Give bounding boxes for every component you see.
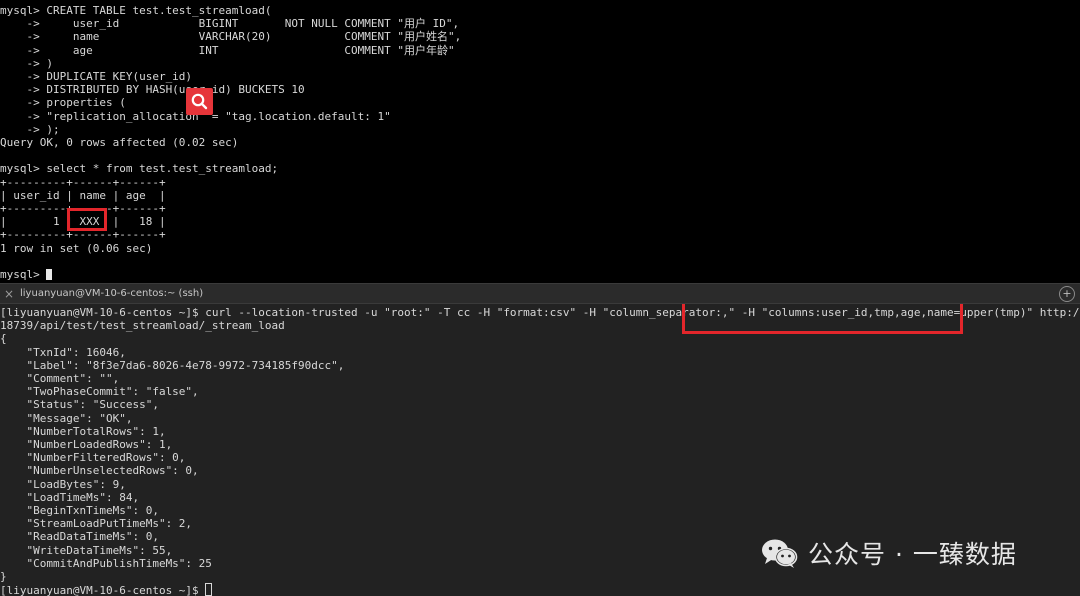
mysql-output-line: -> ): [26, 56, 53, 70]
ssh-output-line: "Label": "8f3e7da6-8026-4e78-9972-734185…: [26, 358, 345, 372]
mysql-output-line: -> name VARCHAR(20) COMMENT "用户姓名",: [26, 30, 462, 44]
ssh-output-line: "ReadDataTimeMs": 0,: [26, 530, 159, 544]
terminal-tab-bar: × liyuanyuan@VM-10-6-centos:~ (ssh) +: [0, 283, 1080, 304]
mysql-output-line: +---------+------+------+: [0, 175, 166, 189]
ssh-output-line: "Status": "Success",: [26, 398, 159, 412]
watermark-text: 公众号 · 一臻数据: [808, 540, 1017, 569]
ssh-output-line: {: [0, 332, 7, 346]
ssh-output-line: "TwoPhaseCommit": "false",: [26, 385, 199, 399]
name-value-highlight-box: [67, 208, 107, 231]
ssh-output-line: "StreamLoadPutTimeMs": 2,: [26, 517, 193, 531]
mysql-output-line: -> properties (: [26, 96, 126, 110]
mysql-output-line: 1 row in set (0.06 sec): [0, 241, 153, 255]
mysql-terminal-pane[interactable]: mysql> CREATE TABLE test.test_streamload…: [0, 0, 1080, 283]
terminal-tab-title[interactable]: liyuanyuan@VM-10-6-centos:~ (ssh): [20, 287, 203, 301]
columns-header-highlight-box: [682, 304, 963, 334]
mysql-output-line: mysql> select * from test.test_streamloa…: [0, 162, 279, 176]
ssh-output-line: "NumberUnselectedRows": 0,: [26, 464, 199, 478]
ssh-output-line: "LoadTimeMs": 84,: [26, 490, 140, 504]
terminal-cursor: [205, 583, 213, 596]
add-tab-icon[interactable]: +: [1059, 286, 1075, 302]
ssh-output-line: "LoadBytes": 9,: [26, 477, 126, 491]
mysql-output-line: mysql> CREATE TABLE test.test_streamload…: [0, 4, 272, 17]
mysql-output-line: Query OK, 0 rows affected (0.02 sec): [0, 136, 239, 150]
mysql-output-line: | user_id | name | age |: [0, 188, 166, 202]
mysql-output-line: -> user_id BIGINT NOT NULL COMMENT "用户 I…: [26, 17, 460, 31]
ssh-output-line: }: [0, 570, 7, 584]
ssh-output-line: "BeginTxnTimeMs": 0,: [26, 504, 159, 518]
ssh-output-line: "NumberTotalRows": 1,: [26, 424, 166, 438]
mysql-output-line: -> age INT COMMENT "用户年龄": [26, 43, 455, 57]
search-button[interactable]: [186, 88, 213, 115]
mysql-output-line: -> DISTRIBUTED BY HASH(user_id) BUCKETS …: [26, 83, 305, 97]
ssh-output-line: "Message": "OK",: [26, 411, 133, 425]
search-icon: [191, 93, 208, 110]
ssh-prompt: [liyuanyuan@VM-10-6-centos ~]$: [0, 584, 206, 596]
ssh-output-line: "NumberLoadedRows": 1,: [26, 438, 173, 452]
ssh-output-line: "TxnId": 16046,: [26, 345, 126, 359]
ssh-output-line: "WriteDataTimeMs": 55,: [26, 543, 173, 557]
close-icon[interactable]: ×: [4, 286, 14, 302]
ssh-output-line: "Comment": "",: [26, 372, 120, 386]
terminal-cursor: [46, 269, 53, 281]
mysql-prompt: mysql>: [0, 268, 47, 282]
ssh-output-line: "NumberFilteredRows": 0,: [26, 451, 186, 465]
mysql-terminal-output: mysql> CREATE TABLE test.test_streamload…: [0, 4, 461, 281]
mysql-output-line: -> );: [26, 122, 60, 136]
ssh-output-line: "CommitAndPublishTimeMs": 25: [26, 556, 212, 570]
mysql-output-line: -> DUPLICATE KEY(user_id): [26, 70, 193, 84]
watermark: 公众号 · 一臻数据: [760, 536, 1017, 570]
ssh-output-line: 18739/api/test/test_streamload/_stream_l…: [0, 319, 285, 333]
wechat-icon: [762, 539, 798, 568]
